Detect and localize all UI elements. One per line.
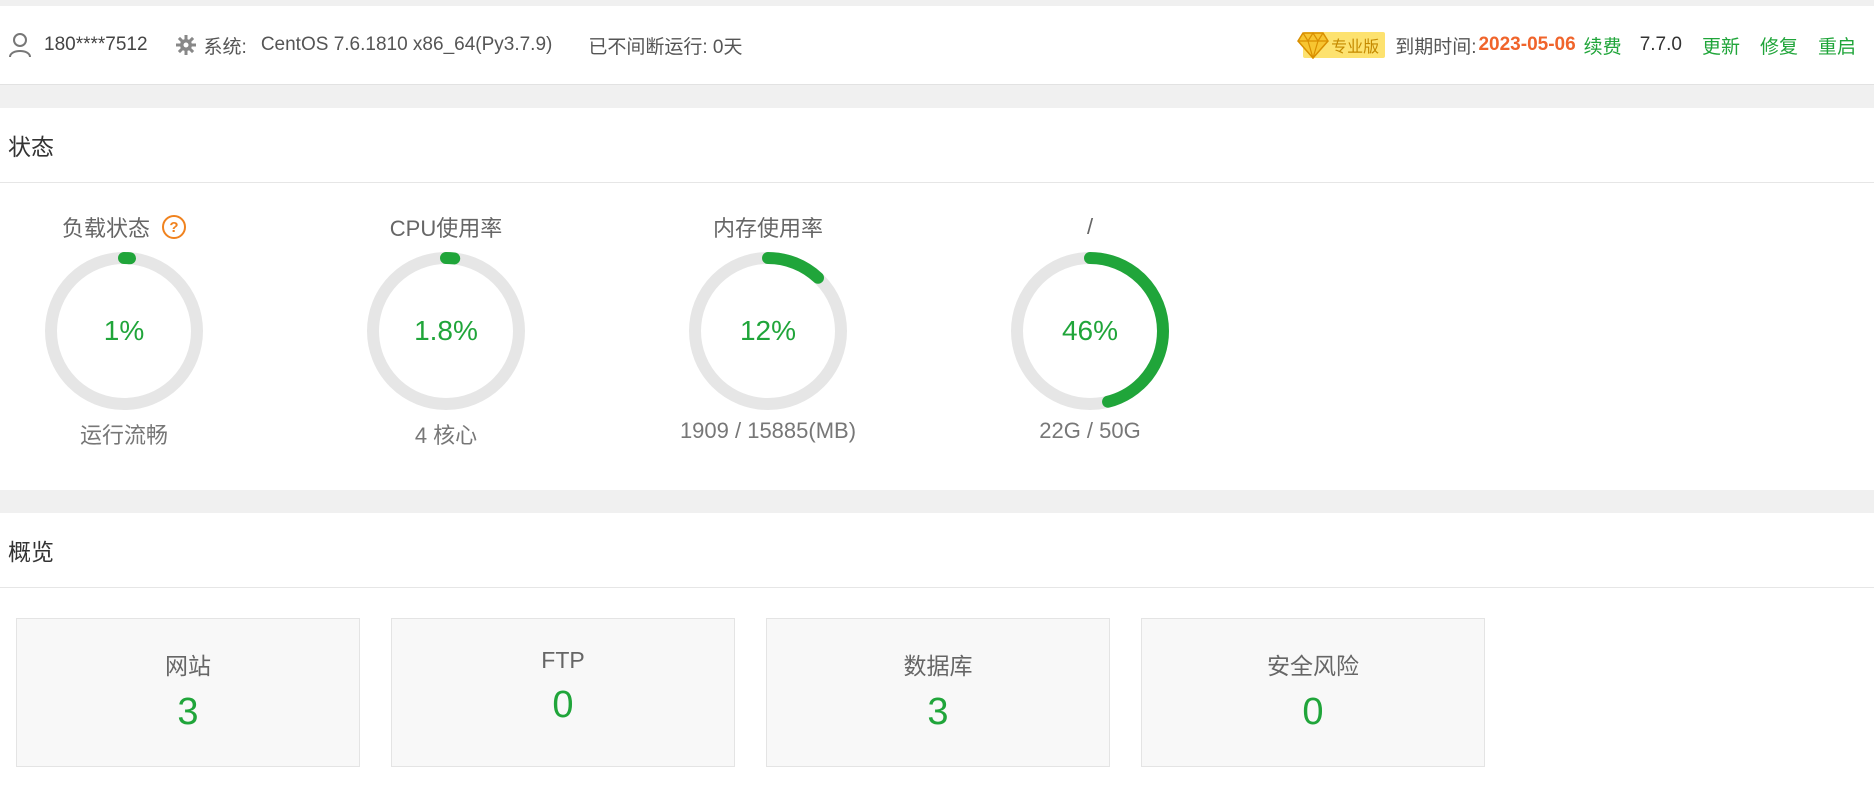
disk-gauge-title: /	[1086, 214, 1094, 239]
load-gauge-sub: 运行流畅	[79, 423, 168, 448]
renew-link[interactable]: 续费	[1584, 32, 1622, 59]
security-risk-card-value: 0	[1302, 691, 1324, 733]
website-card-value: 3	[177, 691, 199, 733]
memory-gauge-ring[interactable]: 12%	[687, 250, 849, 412]
memory-gauge-sub: 1909 / 15885(MB)	[679, 418, 857, 443]
ftp-card-label: FTP	[541, 647, 585, 673]
ftp-card-value: 0	[552, 684, 574, 726]
disk-gauge-sub: 22G / 50G	[1039, 418, 1141, 443]
system-label: 系统:	[203, 36, 247, 58]
expire-label: 到期时间:	[1395, 36, 1477, 58]
uptime-text: 已不间断运行: 0天	[588, 36, 743, 58]
gauge-value: 1%	[103, 315, 145, 346]
gauge-value: 46%	[1061, 315, 1119, 346]
website-card[interactable]: 网站 3	[16, 618, 360, 767]
cpu-gauge-title: CPU使用率	[389, 216, 503, 241]
diamond-icon	[1297, 31, 1330, 59]
gauge-value: 12%	[739, 315, 797, 346]
website-card-label: 网站	[165, 653, 211, 679]
load-gauge: 负载状态 ? 1% 运行流畅	[24, 212, 224, 450]
memory-gauge-title: 内存使用率	[712, 216, 823, 241]
database-card-value: 3	[927, 691, 949, 733]
disk-gauge: / 46% 22G / 50G	[990, 212, 1190, 444]
pro-badge: 专业版	[1297, 31, 1386, 59]
restart-link[interactable]: 重启	[1818, 32, 1856, 59]
security-risk-card[interactable]: 安全风险 0	[1141, 618, 1485, 767]
update-link[interactable]: 更新	[1702, 32, 1740, 59]
status-panel: 状态 负载状态 ? 1% 运行流畅 CPU使用率 1.8% 4 核心 内存使用率…	[0, 108, 1874, 490]
system-info: 系统: CentOS 7.6.1810 x86_64(Py3.7.9)	[175, 32, 553, 59]
cpu-gauge-ring[interactable]: 1.8%	[365, 250, 527, 412]
version-text: 7.7.0	[1639, 34, 1682, 55]
ftp-card[interactable]: FTP 0	[391, 618, 735, 767]
top-status-bar: 180****7512 系统: CentOS 7.6.1810 x86_64(P…	[0, 6, 1874, 85]
system-value: CentOS 7.6.1810 x86_64(Py3.7.9)	[260, 34, 553, 55]
repair-link[interactable]: 修复	[1760, 32, 1798, 59]
database-card[interactable]: 数据库 3	[766, 618, 1110, 767]
security-risk-card-label: 安全风险	[1267, 653, 1359, 679]
user-icon	[9, 33, 31, 58]
overview-panel: 概览 网站 3 FTP 0 数据库 3 安全风险 0	[0, 513, 1874, 785]
overview-title: 概览	[0, 513, 1874, 588]
pro-badge-label: 专业版	[1331, 39, 1380, 56]
user-info: 180****7512	[8, 32, 148, 58]
cpu-gauge: CPU使用率 1.8% 4 核心	[346, 212, 546, 450]
status-title: 状态	[0, 108, 1874, 183]
gear-icon	[175, 35, 196, 55]
cpu-gauge-sub: 4 核心	[414, 423, 478, 448]
database-card-label: 数据库	[903, 653, 973, 679]
expire-date: 2023-05-06	[1478, 34, 1576, 55]
license-actions: 专业版 到期时间: 2023-05-06 续费 7.7.0 更新 修复 重启	[1297, 31, 1856, 59]
disk-gauge-ring[interactable]: 46%	[1009, 250, 1171, 412]
memory-gauge: 内存使用率 12% 1909 / 15885(MB)	[668, 212, 868, 444]
gauge-value: 1.8%	[414, 315, 478, 346]
help-icon[interactable]: ?	[162, 215, 186, 239]
load-gauge-title: 负载状态	[61, 216, 150, 241]
username: 180****7512	[44, 34, 148, 55]
load-gauge-ring[interactable]: 1%	[43, 250, 205, 412]
